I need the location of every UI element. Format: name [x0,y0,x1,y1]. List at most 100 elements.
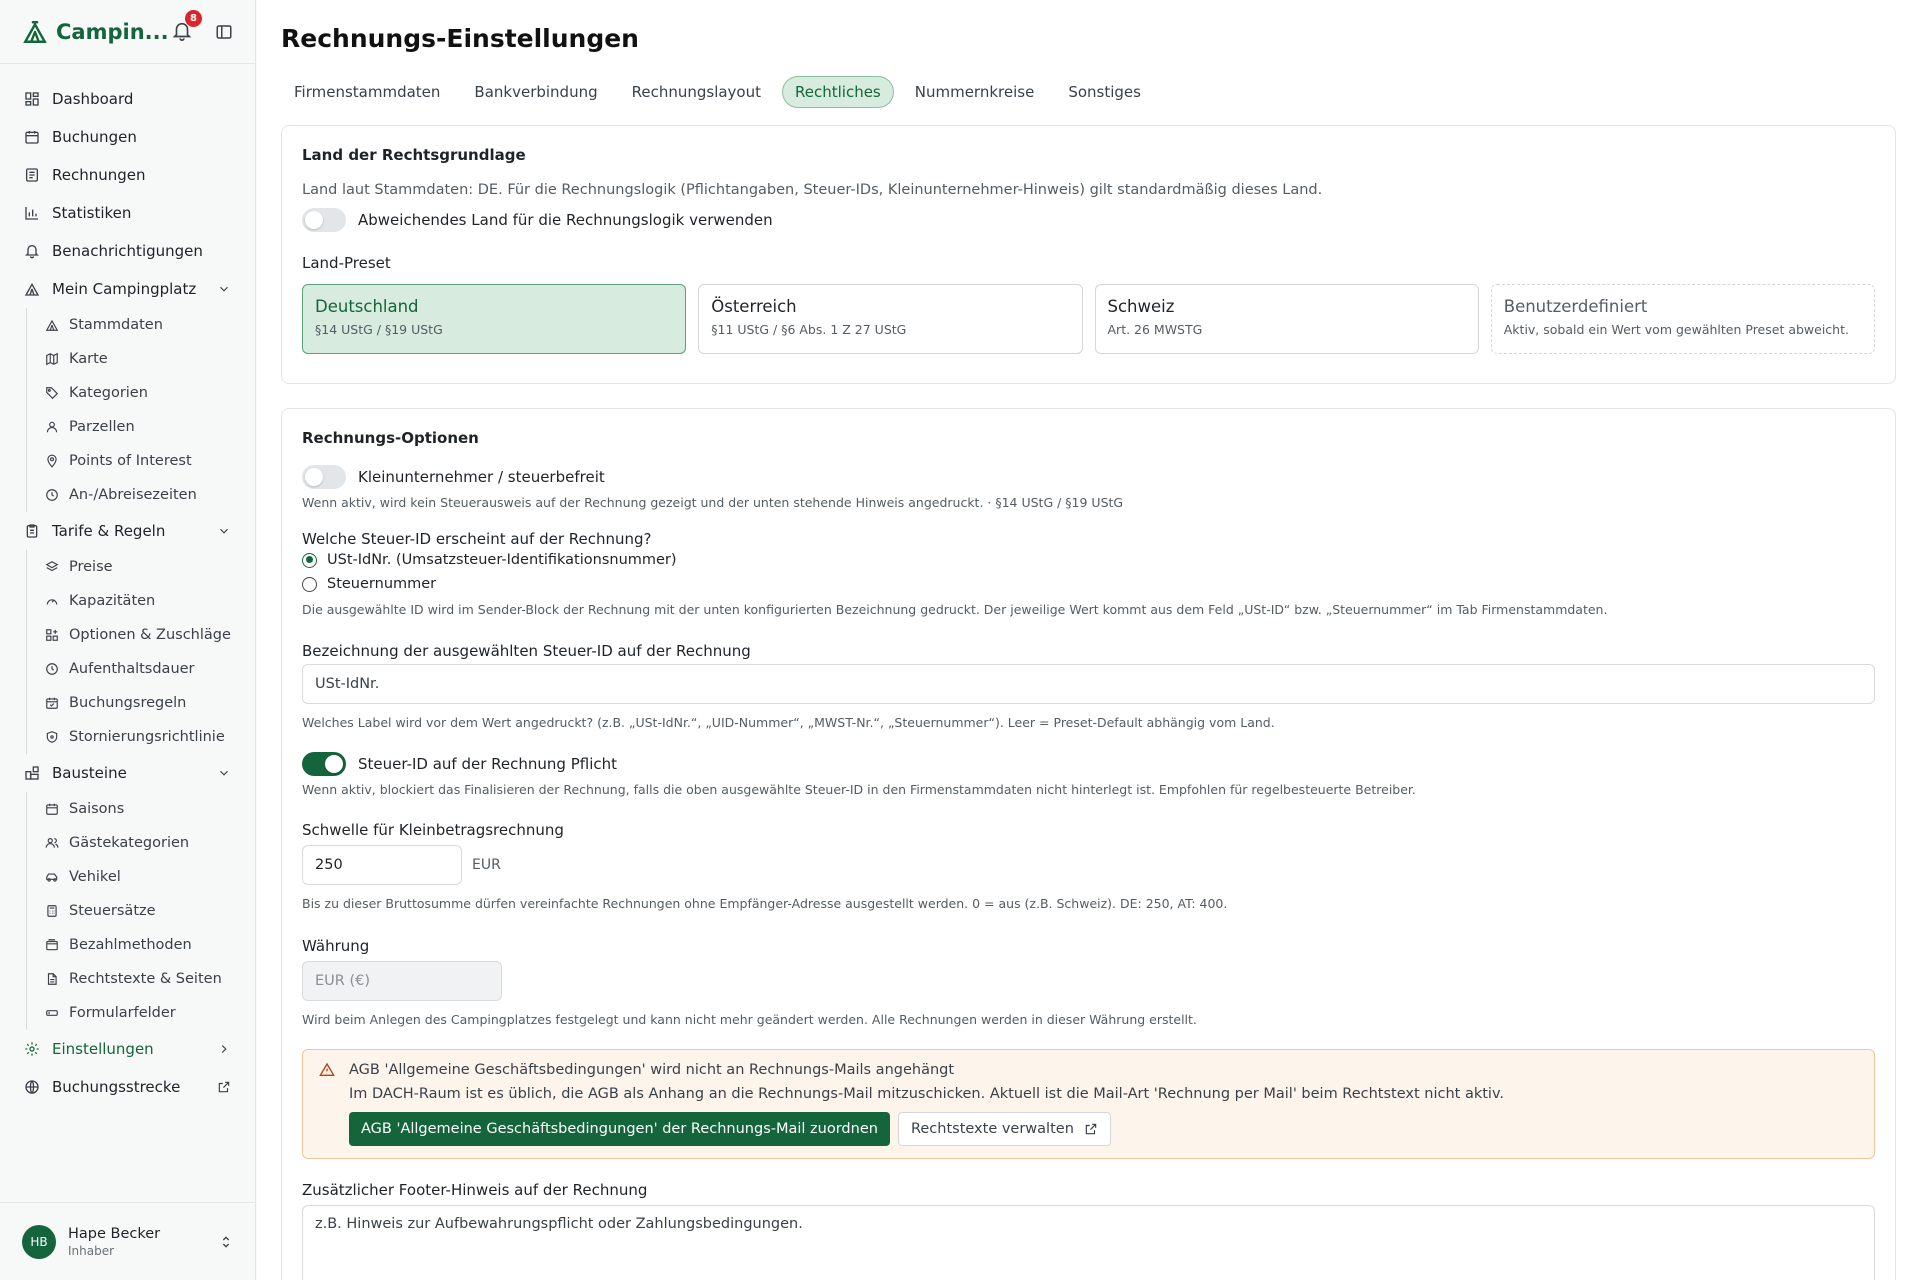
tab-sonstiges[interactable]: Sonstiges [1055,76,1154,108]
alert-actions: AGB 'Allgemeine Geschäftsbedingungen' de… [349,1112,1858,1146]
tab-firmenstammdaten[interactable]: Firmenstammdaten [281,76,453,108]
sidebar-item-preise[interactable]: Preise [45,550,255,584]
sidebar-item-statistiken[interactable]: Statistiken [0,194,255,232]
sidebar-item-einstellungen[interactable]: Einstellungen [0,1030,255,1068]
preset-benutzerdefiniert[interactable]: Benutzerdefiniert Aktiv, sobald ein Wert… [1490,284,1875,354]
sidebar-item-bezahlmethoden[interactable]: Bezahlmethoden [45,928,255,962]
land-presets: Deutschland §14 UStG / §19 UStG Österrei… [302,284,1875,354]
sidebar-item-steuersaetze[interactable]: Steuersätze [45,894,255,928]
sidebar-item-buchungsregeln[interactable]: Buchungsregeln [45,686,255,720]
calendar-icon [46,803,58,815]
tab-rechtliches[interactable]: Rechtliches [782,76,894,108]
tab-bankverbindung[interactable]: Bankverbindung [461,76,610,108]
assign-agb-button[interactable]: AGB 'Allgemeine Geschäftsbedingungen' de… [349,1112,890,1146]
sidebar-item-formularfelder[interactable]: Formularfelder [45,996,255,1030]
sidebar-item-rechnungen[interactable]: Rechnungen [0,156,255,194]
tab-rechnungslayout[interactable]: Rechnungslayout [619,76,774,108]
map-icon [46,352,58,366]
steuerid-pflicht-row: Steuer-ID auf der Rechnung Pflicht [302,752,1875,776]
sidebar-item-parzellen[interactable]: Parzellen [45,410,255,444]
abweichendes-land-toggle[interactable] [302,208,346,232]
sidebar-item-points-of-interest[interactable]: Points of Interest [45,444,255,478]
tab-bar: Firmenstammdaten Bankverbindung Rechnung… [281,76,1896,108]
sidebar-item-label: An-/Abreisezeiten [69,487,197,503]
app-name[interactable]: Campin... [56,20,171,44]
notifications-button[interactable]: 8 [171,9,202,44]
radio-ust-idnr-control[interactable] [302,552,317,568]
schwelle-unit: EUR [472,857,501,873]
kleinunternehmer-row: Kleinunternehmer / steuerbefreit [302,465,1875,489]
gauge-icon [46,599,58,605]
sidebar-item-label: Points of Interest [69,453,192,469]
preset-deutschland[interactable]: Deutschland §14 UStG / §19 UStG [302,284,687,354]
footer-hinweis-label: Zusätzlicher Footer-Hinweis auf der Rech… [302,1181,648,1199]
schwelle-label: Schwelle für Kleinbetragsrechnung [302,821,564,839]
external-link-icon [1085,1123,1097,1135]
sidebar-item-label: Steuersätze [69,903,156,919]
user-menu[interactable]: HB Hape Becker Inhaber [0,1202,256,1280]
sidebar-item-vehikel[interactable]: Vehikel [45,860,255,894]
page-title: Rechnungs-Einstellungen [281,24,639,53]
steuerid-pflicht-help: Wenn aktiv, blockiert das Finalisieren d… [302,782,1416,797]
sidebar-item-label: Einstellungen [52,1040,154,1058]
sidebar-item-label: Stornierungsrichtlinie [69,729,225,745]
bezeichnung-input[interactable]: USt-IdNr. [302,664,1875,704]
clock-icon [46,489,58,501]
sidebar-item-saisons[interactable]: Saisons [45,792,255,826]
sidebar-item-rechtstexte-seiten[interactable]: Rechtstexte & Seiten [45,962,255,996]
kleinunternehmer-help: Wenn aktiv, wird kein Steuerausweis auf … [302,495,1124,510]
external-link-icon [218,1081,230,1093]
schwelle-input[interactable]: 250 [302,845,462,885]
sidebar-item-label: Vehikel [69,869,121,885]
optionen-heading: Rechnungs-Optionen [302,429,479,447]
radio-steuernummer[interactable]: Steuernummer [302,572,1875,596]
agb-warning-alert: AGB 'Allgemeine Geschäftsbedingungen' wi… [302,1049,1875,1159]
land-card: Land der Rechtsgrundlage Land laut Stamm… [281,125,1896,384]
sidebar-item-buchungen[interactable]: Buchungen [0,118,255,156]
sidebar-item-kapazitaeten[interactable]: Kapazitäten [45,584,255,618]
sidebar-item-dashboard[interactable]: Dashboard [0,80,255,118]
manage-rechtstexte-button[interactable]: Rechtstexte verwalten [897,1112,1111,1146]
sidebar-item-tarife-regeln[interactable]: Tarife & Regeln [0,512,255,550]
car-icon [46,873,58,882]
land-preset-label: Land-Preset [302,254,391,272]
sidebar-item-stammdaten[interactable]: Stammdaten [45,308,255,342]
sidebar-item-aufenthaltsdauer[interactable]: Aufenthaltsdauer [45,652,255,686]
footer-hinweis-textarea[interactable]: z.B. Hinweis zur Aufbewahrungspflicht od… [302,1205,1875,1280]
preset-oesterreich[interactable]: Österreich §11 UStG / §6 Abs. 1 Z 27 USt… [698,284,1083,354]
tab-nummernkreise[interactable]: Nummernkreise [902,76,1048,108]
sidebar-item-label: Kapazitäten [69,593,156,609]
preset-subtitle: Aktiv, sobald ein Wert vom gewählten Pre… [1503,322,1849,337]
sidebar-item-an-abreisezeiten[interactable]: An-/Abreisezeiten [45,478,255,512]
sidebar-item-label: Parzellen [69,419,135,435]
sidebar-item-gaestekategorien[interactable]: Gästekategorien [45,826,255,860]
clock-icon [46,663,58,675]
sidebar-item-karte[interactable]: Karte [45,342,255,376]
sidebar-item-kategorien[interactable]: Kategorien [45,376,255,410]
invoice-icon [26,168,38,182]
form-field-icon [46,1010,58,1016]
main-content: Rechnungs-Einstellungen Firmenstammdaten… [257,0,1920,1280]
sidebar-item-label: Mein Campingplatz [52,280,197,298]
kleinunternehmer-toggle[interactable] [302,465,346,489]
preset-title: Österreich [711,297,797,316]
tag-icon [46,387,59,400]
radio-ust-idnr[interactable]: USt-IdNr. (Umsatzsteuer-Identifikationsn… [302,548,1875,572]
sidebar-item-label: Bezahlmethoden [69,937,192,953]
sidebar-item-label: Tarife & Regeln [52,522,166,540]
sidebar-item-label: Saisons [69,801,125,817]
calculator-icon [47,905,57,917]
sidebar-item-bausteine[interactable]: Bausteine [0,754,255,792]
sidebar-item-mein-campingplatz[interactable]: Mein Campingplatz [0,270,255,308]
avatar: HB [22,1224,56,1259]
radio-steuernummer-control[interactable] [302,576,317,592]
sidebar-item-label: Rechnungen [52,166,146,184]
sidebar-item-optionen-zuschlaege[interactable]: Optionen & Zuschläge [45,618,255,652]
preset-schweiz[interactable]: Schweiz Art. 26 MWSTG [1094,284,1479,354]
sidebar-item-benachrichtigungen[interactable]: Benachrichtigungen [0,232,255,270]
sidebar-item-buchungsstrecke[interactable]: Buchungsstrecke [0,1068,255,1106]
sidebar-toggle-icon[interactable] [215,23,233,41]
steuerid-pflicht-toggle[interactable] [302,752,346,776]
calendar-check-icon [46,697,58,709]
sidebar-item-stornierungsrichtlinie[interactable]: Stornierungsrichtlinie [45,720,255,754]
